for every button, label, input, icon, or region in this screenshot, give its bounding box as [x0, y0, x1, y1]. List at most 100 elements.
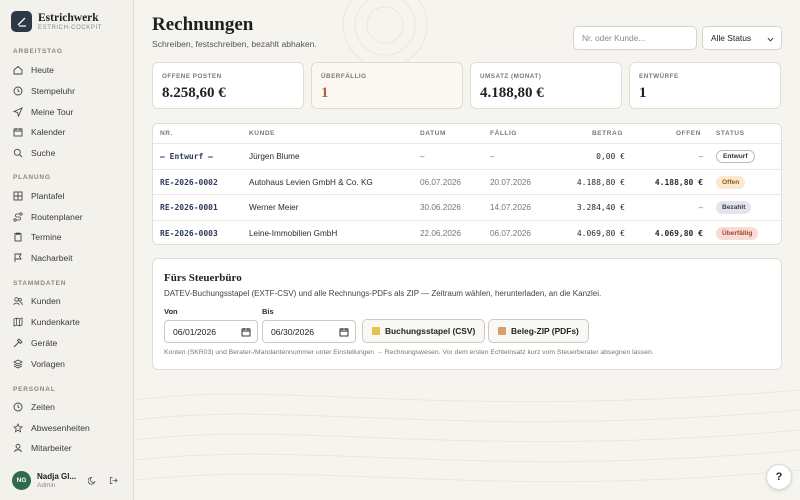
invoice-number: — Entwurf —	[160, 152, 213, 161]
sidebar-item-vorlagen[interactable]: Vorlagen	[13, 357, 125, 371]
sidebar-item-label: Meine Tour	[31, 107, 74, 117]
grid-icon	[13, 191, 23, 201]
due-date: 20.07.2026	[490, 178, 531, 187]
table-row[interactable]: — Entwurf — Jürgen Blume – – 0,00 € – En…	[153, 143, 781, 168]
sidebar-item-label: Suche	[31, 148, 56, 158]
sidebar-item-suche[interactable]: Suche	[13, 146, 125, 160]
sidebar-item-label: Kundenkarte	[31, 317, 80, 327]
status-filter-select[interactable]: Alle Status	[702, 26, 782, 50]
search-input[interactable]	[573, 26, 697, 50]
invoice-date: 22.06.2026	[420, 229, 461, 238]
sidebar-item-mitarbeiter[interactable]: Mitarbeiter	[13, 441, 125, 455]
sidebar-item-label: Termine	[31, 232, 62, 242]
sidebar-item-label: Vorlagen	[31, 359, 65, 369]
from-date-label: Von	[164, 307, 178, 316]
sidebar-item-routenplaner[interactable]: Routenplaner	[13, 210, 125, 224]
status-filter-value: Alle Status	[711, 33, 752, 43]
help-button[interactable]: ?	[766, 464, 792, 490]
invoice-amount: 3.284,40 €	[576, 203, 625, 212]
column-header-faellig[interactable]: FÄLLIG	[490, 130, 517, 137]
column-header-offen[interactable]: OFFEN	[676, 130, 701, 137]
kpi-label: ÜBERFÄLLIG	[321, 73, 367, 80]
main-content: Rechnungen Schreiben, festschreiben, bez…	[135, 0, 800, 500]
kpi-entwuerfe[interactable]: ENTWÜRFE 1	[629, 62, 781, 109]
invoice-amount: 0,00 €	[596, 152, 625, 161]
status-badge: Überfällig	[716, 227, 759, 240]
status-badge: Bezahlt	[716, 201, 752, 214]
logout-button[interactable]	[107, 474, 119, 486]
status-badge: Entwurf	[716, 150, 755, 163]
invoice-date: 06.07.2026	[420, 178, 461, 187]
due-date: –	[490, 152, 495, 161]
archive-icon	[498, 327, 506, 335]
due-date: 06.07.2026	[490, 229, 531, 238]
sidebar-item-kundenkarte[interactable]: Kundenkarte	[13, 315, 125, 329]
kpi-ueberfaellig[interactable]: ÜBERFÄLLIG 1	[311, 62, 463, 109]
customer-name: Leine-Immobilien GmbH	[249, 229, 338, 238]
sidebar-item-meine-tour[interactable]: Meine Tour	[13, 105, 125, 119]
calendar-icon	[241, 328, 251, 337]
sidebar-item-plantafel[interactable]: Plantafel	[13, 189, 125, 203]
navigation-icon	[13, 107, 23, 117]
invoice-number: RE-2026-0002	[160, 178, 218, 187]
column-header-status[interactable]: STATUS	[716, 130, 745, 137]
from-date-input[interactable]: 06/01/2026	[164, 320, 258, 343]
sidebar-item-label: Abwesenheiten	[31, 423, 90, 433]
search-icon	[13, 148, 23, 158]
invoice-number: RE-2026-0003	[160, 229, 218, 238]
avatar[interactable]: NG	[12, 470, 31, 490]
table-row[interactable]: RE-2026-0002 Autohaus Levien GmbH & Co. …	[153, 169, 781, 194]
column-header-nr[interactable]: NR.	[160, 130, 173, 137]
download-csv-button[interactable]: Buchungsstapel (CSV)	[362, 319, 486, 343]
sidebar-item-geraete[interactable]: Geräte	[13, 336, 125, 350]
to-date-input[interactable]: 06/30/2026	[262, 320, 356, 343]
trowel-icon	[11, 11, 32, 32]
sidebar-item-abwesenheiten[interactable]: Abwesenheiten	[13, 421, 125, 435]
sidebar: Estrichwerk ESTRICH-COCKPIT ARBEITSTAG H…	[0, 0, 134, 500]
sidebar-item-zeiten[interactable]: Zeiten	[13, 400, 125, 414]
table-row[interactable]: RE-2026-0003 Leine-Immobilien GmbH 22.06…	[153, 220, 781, 244]
kpi-value: 1	[321, 85, 329, 101]
table-row[interactable]: RE-2026-0001 Werner Meier 30.06.2026 14.…	[153, 194, 781, 219]
open-amount: –	[698, 203, 703, 212]
invoice-date: –	[420, 152, 425, 161]
theme-toggle-button[interactable]	[86, 474, 98, 486]
clipboard-icon	[14, 232, 22, 242]
brand[interactable]: Estrichwerk ESTRICH-COCKPIT	[11, 11, 102, 32]
customer-name: Autohaus Levien GmbH & Co. KG	[249, 178, 373, 187]
calendar-icon	[339, 328, 349, 337]
column-header-datum[interactable]: DATUM	[420, 130, 446, 137]
clock-icon	[13, 86, 23, 96]
section-title-planung: PLANUNG	[13, 174, 51, 181]
sidebar-item-label: Plantafel	[31, 191, 65, 201]
sidebar-item-termine[interactable]: Termine	[13, 230, 125, 244]
sidebar-item-label: Routenplaner	[31, 212, 83, 222]
section-title-arbeitstag: ARBEITSTAG	[13, 48, 63, 55]
sidebar-item-label: Mitarbeiter	[31, 443, 72, 453]
sidebar-item-kunden[interactable]: Kunden	[13, 294, 125, 308]
invoice-date: 30.06.2026	[420, 203, 461, 212]
user-role: Admin	[37, 481, 56, 489]
open-amount: 4.069,80 €	[654, 229, 703, 238]
download-zip-button[interactable]: Beleg-ZIP (PDFs)	[488, 319, 589, 343]
from-date-value: 06/01/2026	[173, 326, 217, 337]
brand-subtitle: ESTRICH-COCKPIT	[38, 25, 103, 31]
customer-name: Werner Meier	[249, 203, 299, 212]
invoice-number: RE-2026-0001	[160, 203, 218, 212]
star-icon	[13, 423, 23, 433]
sidebar-item-label: Kunden	[31, 296, 61, 306]
sidebar-item-nacharbeit[interactable]: Nacharbeit	[13, 251, 125, 265]
sidebar-item-label: Zeiten	[31, 402, 55, 412]
to-date-value: 06/30/2026	[271, 326, 315, 337]
tax-export-note: Konten (SKR03) und Berater-/Mandantennum…	[164, 349, 654, 356]
kpi-label: ENTWÜRFE	[639, 73, 679, 80]
section-title-personal: PERSONAL	[13, 386, 56, 393]
customer-name: Jürgen Blume	[249, 152, 300, 161]
column-header-betrag[interactable]: BETRAG	[592, 130, 623, 137]
sidebar-item-stempeluhr[interactable]: Stempeluhr	[13, 84, 125, 98]
kpi-umsatz-monat: UMSATZ (MONAT) 4.188,80 €	[470, 62, 622, 109]
sidebar-item-heute[interactable]: Heute	[13, 63, 125, 77]
sidebar-item-kalender[interactable]: Kalender	[13, 125, 125, 139]
column-header-kunde[interactable]: KUNDE	[249, 130, 275, 137]
page-title: Rechnungen	[152, 14, 254, 35]
